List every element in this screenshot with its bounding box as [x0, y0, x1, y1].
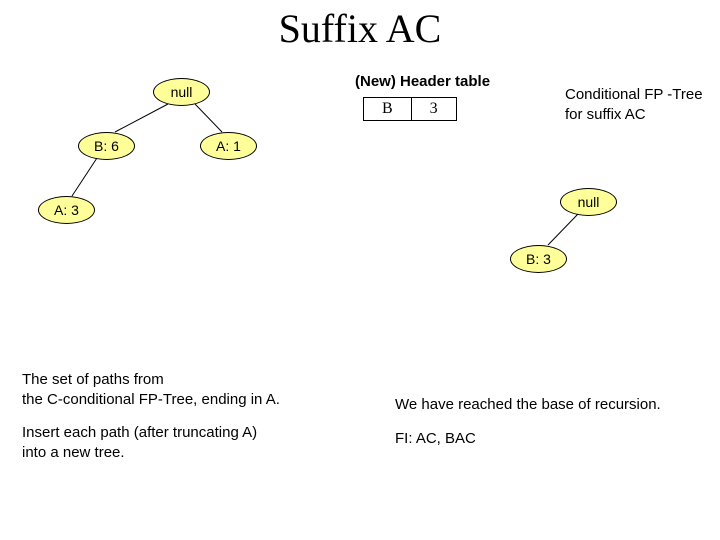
header-table-label: (New) Header table [355, 73, 490, 90]
right-node-b3: B: 3 [510, 245, 567, 273]
left-root-null: null [153, 78, 210, 106]
right-root-null: null [560, 188, 617, 216]
left-node-b6: B: 6 [78, 132, 135, 160]
bottom-left-text: The set of paths from the C-conditional … [22, 370, 372, 462]
bottom-right-text: We have reached the base of recursion. F… [395, 395, 675, 448]
conditional-fp-caption: Conditional FP -Tree for suffix AC [565, 85, 705, 124]
page-title: Suffix AC [0, 0, 720, 52]
header-count-cell: 3 [411, 98, 456, 121]
header-item-cell: B [364, 98, 412, 121]
left-node-a3: A: 3 [38, 196, 95, 224]
header-table: B 3 [363, 97, 457, 121]
left-node-a1: A: 1 [200, 132, 257, 160]
